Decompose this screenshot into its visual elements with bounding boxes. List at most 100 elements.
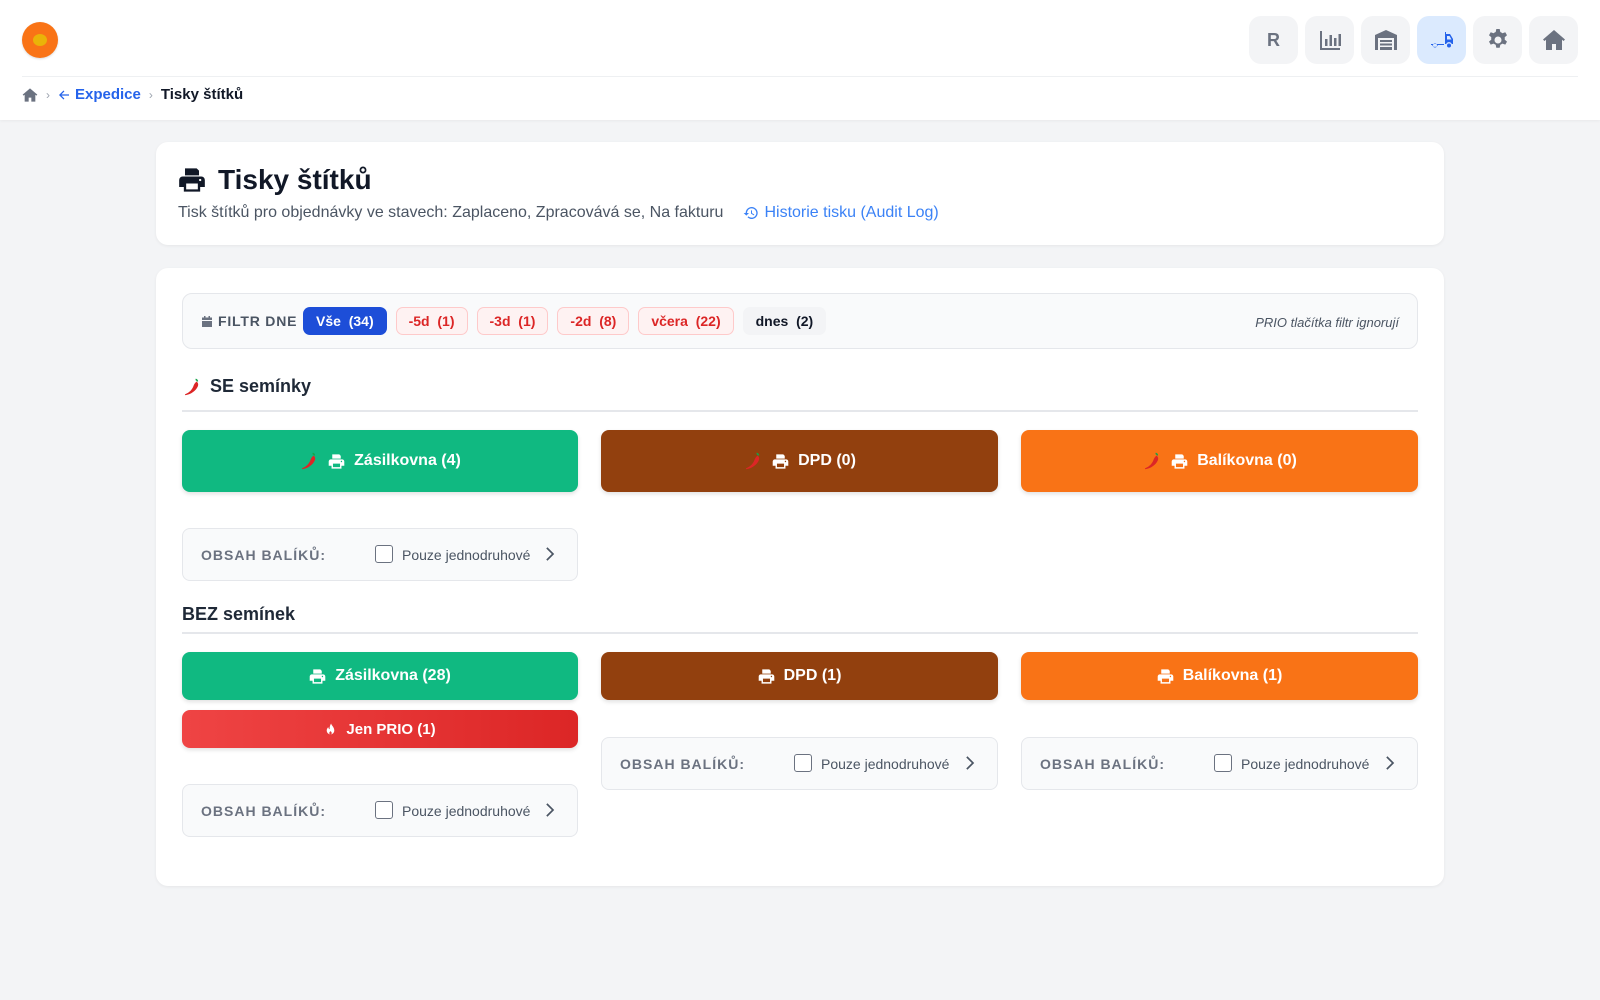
page-title-row: Tisky štítků bbox=[178, 164, 372, 196]
chip-count: (1) bbox=[518, 313, 536, 329]
single-variety-label: Pouze jednodruhové bbox=[402, 803, 531, 819]
button-label: Zásilkovna (28) bbox=[335, 667, 451, 684]
chip-label: -5d bbox=[408, 313, 430, 329]
breadcrumb-separator-icon: › bbox=[46, 87, 50, 102]
print-seeds-dpd-button[interactable]: DPD (0) bbox=[601, 430, 998, 492]
history-icon bbox=[744, 206, 759, 219]
breadcrumb-home-icon[interactable] bbox=[22, 87, 38, 103]
logo-dot bbox=[33, 34, 47, 46]
filter-chip-2d[interactable]: -2d (8) bbox=[557, 307, 630, 335]
print-seeds-balikovna-button[interactable]: Balíkovna (0) bbox=[1021, 430, 1418, 492]
filter-label-text: FILTR DNE bbox=[218, 313, 298, 329]
calendar-icon bbox=[202, 315, 212, 327]
shipping-button[interactable] bbox=[1417, 16, 1466, 64]
user-initial: R bbox=[1267, 29, 1280, 50]
title-card: Tisky štítků Tisk štítků pro objednávky … bbox=[156, 142, 1444, 245]
filter-chip-5d[interactable]: -5d (1) bbox=[395, 307, 468, 335]
flame-icon bbox=[327, 723, 335, 734]
single-variety-label: Pouze jednodruhové bbox=[402, 547, 531, 563]
breadcrumb: › Expedice › Tisky štítků bbox=[22, 86, 243, 103]
chip-count: (2) bbox=[796, 313, 814, 329]
package-content-label: OBSAH BALÍKŮ: bbox=[1040, 756, 1165, 772]
home-button[interactable] bbox=[1529, 16, 1578, 64]
breadcrumb-back-link[interactable]: Expedice bbox=[58, 86, 141, 103]
printer-icon bbox=[178, 166, 206, 194]
print-prio-only-button[interactable]: Jen PRIO (1) bbox=[182, 710, 578, 748]
section-title-seeds: SE semínky bbox=[182, 376, 311, 397]
button-label: Zásilkovna (4) bbox=[354, 452, 461, 469]
filter-note: PRIO tlačítka filtr ignorují bbox=[1255, 315, 1399, 330]
filter-chip-yesterday[interactable]: včera (22) bbox=[638, 307, 734, 335]
header-divider bbox=[22, 76, 1578, 77]
chili-icon bbox=[182, 377, 202, 397]
arrow-left-icon bbox=[59, 90, 69, 99]
day-filter-bar: FILTR DNE Vše (34) -5d (1) -3d (1) -2d (… bbox=[182, 293, 1418, 349]
printer-icon bbox=[328, 453, 345, 470]
package-content-box-balikovna: OBSAH BALÍKŮ: Pouze jednodruhové bbox=[1021, 737, 1418, 790]
button-label: Balíkovna (0) bbox=[1197, 452, 1297, 469]
section-divider bbox=[182, 632, 1418, 634]
section-title-seeds-text: SE semínky bbox=[210, 376, 312, 396]
package-content-box-zasilkovna: OBSAH BALÍKŮ: Pouze jednodruhové bbox=[182, 784, 578, 837]
package-content-box-seeds: OBSAH BALÍKŮ: Pouze jednodruhové bbox=[182, 528, 578, 581]
print-seeds-zasilkovna-button[interactable]: Zásilkovna (4) bbox=[182, 430, 578, 492]
printer-icon bbox=[1157, 668, 1174, 685]
page-title: Tisky štítků bbox=[218, 164, 372, 195]
chip-label: včera bbox=[651, 313, 688, 329]
section-title-no-seeds: BEZ semínek bbox=[182, 604, 295, 625]
printer-icon bbox=[772, 453, 789, 470]
single-variety-checkbox[interactable] bbox=[794, 754, 812, 772]
single-variety-label: Pouze jednodruhové bbox=[1241, 756, 1370, 772]
subtitle-text: Tisk štítků pro objednávky ve stavech: Z… bbox=[178, 204, 724, 221]
warehouse-button[interactable] bbox=[1361, 16, 1410, 64]
print-dpd-button[interactable]: DPD (1) bbox=[601, 652, 998, 700]
chevron-right-icon[interactable] bbox=[541, 545, 559, 563]
main-card: FILTR DNE Vše (34) -5d (1) -3d (1) -2d (… bbox=[156, 268, 1444, 886]
settings-button[interactable] bbox=[1473, 16, 1522, 64]
day-filter-chips: Vše (34) -5d (1) -3d (1) -2d (8) včera (… bbox=[303, 307, 827, 335]
page-subtitle: Tisk štítků pro objednávky ve stavech: Z… bbox=[178, 204, 939, 222]
breadcrumb-current: Tisky štítků bbox=[160, 86, 244, 103]
section-title-no-seeds-text: BEZ semínek bbox=[182, 604, 296, 624]
top-navbar: R › Expedice › Tisky štítků bbox=[0, 0, 1600, 120]
print-balikovna-button[interactable]: Balíkovna (1) bbox=[1021, 652, 1418, 700]
button-label: Jen PRIO (1) bbox=[346, 720, 436, 738]
chili-icon bbox=[743, 451, 763, 471]
single-variety-checkbox[interactable] bbox=[375, 545, 393, 563]
package-content-label: OBSAH BALÍKŮ: bbox=[201, 547, 326, 563]
stats-button[interactable] bbox=[1305, 16, 1354, 64]
filter-chip-today[interactable]: dnes (2) bbox=[742, 307, 827, 335]
chili-icon bbox=[299, 451, 319, 471]
section-divider bbox=[182, 410, 1418, 412]
printer-icon bbox=[758, 668, 775, 685]
printer-icon bbox=[1171, 453, 1188, 470]
breadcrumb-separator-icon: › bbox=[148, 87, 153, 102]
day-filter-label: FILTR DNE bbox=[201, 313, 297, 329]
chip-count: (22) bbox=[695, 313, 721, 329]
printer-icon bbox=[309, 668, 326, 685]
button-label: DPD (1) bbox=[783, 667, 842, 684]
nav-icons: R bbox=[1249, 16, 1578, 64]
filter-chip-all[interactable]: Vše (34) bbox=[303, 307, 387, 335]
chevron-right-icon[interactable] bbox=[1381, 754, 1399, 772]
chip-count: (34) bbox=[348, 313, 374, 329]
home-icon bbox=[1542, 28, 1566, 52]
chip-count: (8) bbox=[599, 313, 617, 329]
chevron-right-icon[interactable] bbox=[541, 801, 559, 819]
single-variety-checkbox[interactable] bbox=[1214, 754, 1232, 772]
app-logo[interactable] bbox=[22, 22, 58, 58]
chip-label: dnes bbox=[755, 313, 789, 329]
print-zasilkovna-button[interactable]: Zásilkovna (28) bbox=[182, 652, 578, 700]
single-variety-checkbox[interactable] bbox=[375, 801, 393, 819]
package-content-label: OBSAH BALÍKŮ: bbox=[620, 756, 745, 772]
chip-label: Vše bbox=[316, 313, 341, 329]
chip-label: -2d bbox=[570, 313, 592, 329]
user-avatar-button[interactable]: R bbox=[1249, 16, 1298, 64]
breadcrumb-back-label: Expedice bbox=[75, 86, 141, 103]
chili-icon bbox=[1142, 451, 1162, 471]
chevron-right-icon[interactable] bbox=[961, 754, 979, 772]
audit-log-link[interactable]: Historie tisku (Audit Log) bbox=[743, 204, 939, 222]
chip-label: -3d bbox=[489, 313, 511, 329]
button-label: DPD (0) bbox=[798, 452, 856, 469]
filter-chip-3d[interactable]: -3d (1) bbox=[476, 307, 549, 335]
